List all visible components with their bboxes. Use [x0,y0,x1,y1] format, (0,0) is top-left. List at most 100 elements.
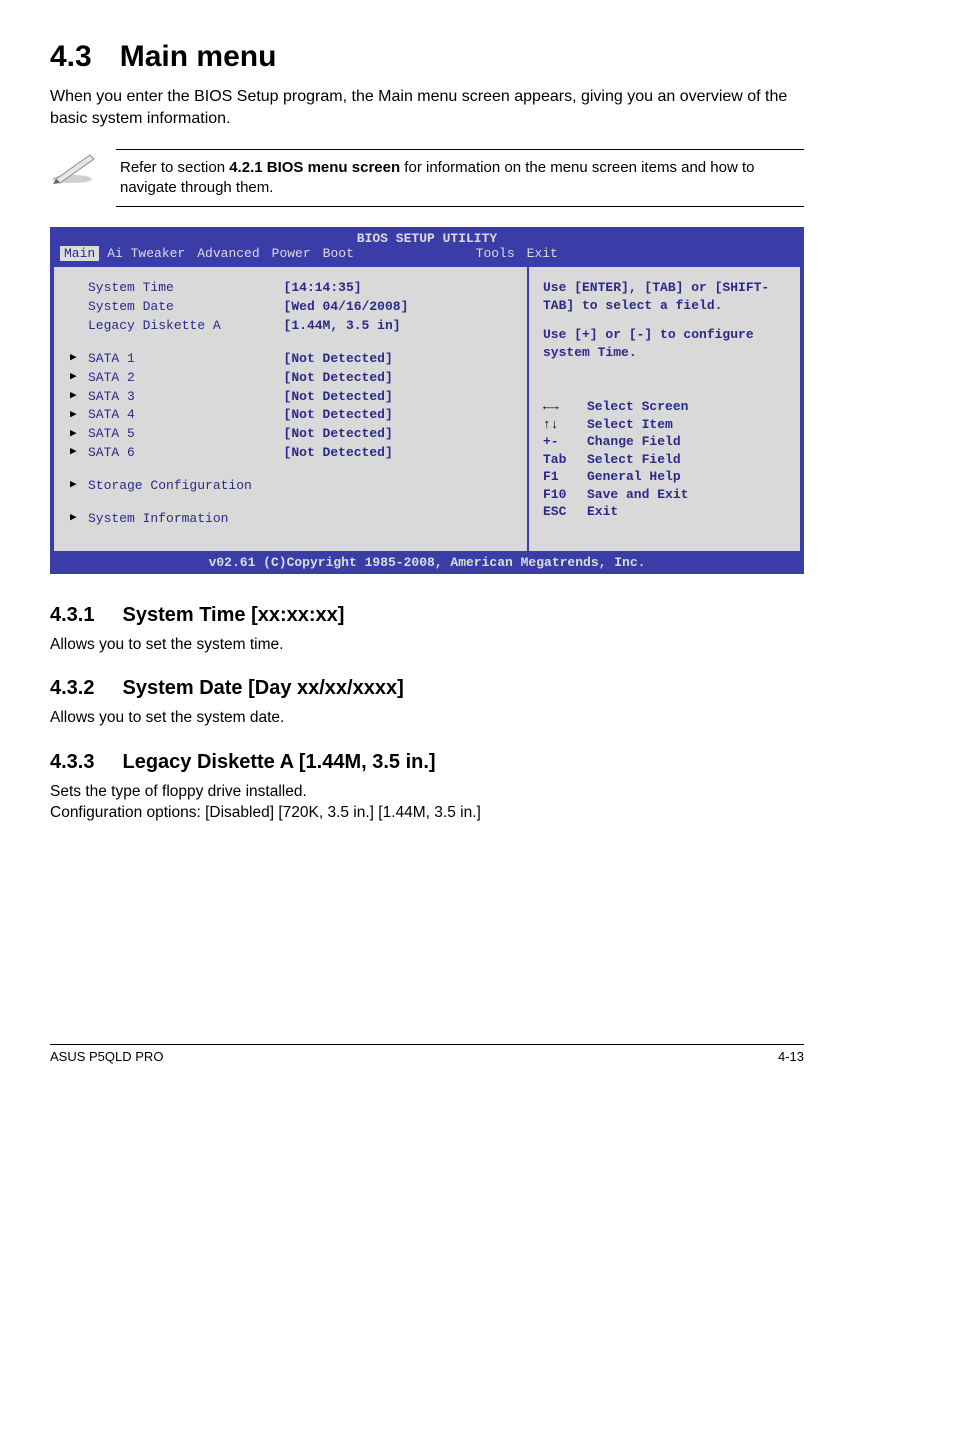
bios-help-key: ←→ [543,398,577,416]
section-title: Legacy Diskette A [1.44M, 3.5 in.] [122,751,435,773]
bios-tab[interactable]: Power [268,246,315,261]
bios-help-key: +- [543,433,577,451]
bios-field-label: System Time [88,279,278,298]
bios-help-desc: General Help [587,468,681,486]
bios-tab[interactable]: Advanced [193,246,263,261]
bios-field-label: System Date [88,298,278,317]
bios-right-msg1: Use [ENTER], [TAB] or [SHIFT-TAB] to sel… [543,279,788,315]
bios-sata-value: [Not Detected] [284,444,511,463]
bios-help-key: ↑↓ [543,416,577,434]
bios-title: BIOS SETUP UTILITY [52,229,802,246]
bios-submenu-row[interactable]: ▶ System Information [70,510,511,529]
section-body: Allows you to set the system time. [50,635,804,656]
bios-sata-row[interactable]: ▶ SATA 3 [Not Detected] [70,388,511,407]
bios-tab-bar: Main Ai Tweaker Advanced Power Boot Tool… [52,246,802,265]
bios-help-row: ←→ Select Screen [543,398,788,416]
bios-help-row: Tab Select Field [543,451,788,469]
bios-left-panel: System Time [14:14:35] System Date [Wed 04/… [52,265,527,552]
triangle-right-icon: ▶ [70,351,82,367]
bios-submenu-row[interactable]: ▶ Storage Configuration [70,477,511,496]
bios-help-key: F10 [543,486,577,504]
bios-help-key: ESC [543,503,577,521]
section-number: 4.3.3 [50,751,94,773]
bios-help-row: F10 Save and Exit [543,486,788,504]
triangle-right-icon: ▶ [70,445,82,461]
bios-tab[interactable]: Ai Tweaker [103,246,189,261]
triangle-right-icon: ▶ [70,408,82,424]
bios-help-block: ←→ Select Screen ↑↓ Select Item +- Change Fie… [543,398,788,521]
bios-sata-label: SATA 4 [88,406,278,425]
bios-submenu-label: System Information [88,510,511,529]
bios-sata-label: SATA 3 [88,388,278,407]
bios-help-desc: Select Item [587,416,673,434]
triangle-right-icon: ▶ [70,389,82,405]
bios-footer: v02.61 (C)Copyright 1985-2008, American … [52,553,802,572]
triangle-right-icon: ▶ [70,370,82,386]
intro-paragraph: When you enter the BIOS Setup program, t… [50,86,804,131]
bios-right-msg2: Use [+] or [-] to configure system Time. [543,326,788,362]
triangle-right-icon: ▶ [70,511,82,527]
heading-title: Main menu [120,40,277,73]
bios-sata-row[interactable]: ▶ SATA 1 [Not Detected] [70,350,511,369]
bios-help-row: ESC Exit [543,503,788,521]
bios-sata-row[interactable]: ▶ SATA 2 [Not Detected] [70,369,511,388]
bios-submenu-label: Storage Configuration [88,477,511,496]
bios-sata-value: [Not Detected] [284,425,511,444]
bios-help-row: F1 General Help [543,468,788,486]
bios-help-panel: Use [ENTER], [TAB] or [SHIFT-TAB] to sel… [527,265,802,552]
bios-help-desc: Select Field [587,451,681,469]
bios-field-value: [Wed 04/16/2008] [284,298,511,317]
bios-tab[interactable]: Main [60,246,99,261]
bios-field-row[interactable]: Legacy Diskette A [1.44M, 3.5 in] [70,317,511,336]
bios-sata-value: [Not Detected] [284,406,511,425]
note-text: Refer to section 4.2.1 BIOS menu screen … [116,149,804,208]
bios-sata-value: [Not Detected] [284,350,511,369]
footer-right: 4-13 [778,1049,804,1064]
footer-left: ASUS P5QLD PRO [50,1049,163,1064]
bios-help-row: ↑↓ Select Item [543,416,788,434]
note-pre: Refer to section [120,159,229,176]
bios-field-row[interactable]: System Time [14:14:35] [70,279,511,298]
bios-field-label: Legacy Diskette A [88,317,278,336]
triangle-right-icon: ▶ [70,427,82,443]
bios-help-desc: Change Field [587,433,681,451]
bios-screenshot: BIOS SETUP UTILITY Main Ai Tweaker Advan… [50,227,804,573]
bios-tab[interactable]: Exit [523,246,562,261]
section-body: Allows you to set the system date. [50,708,804,729]
bios-field-row[interactable]: System Date [Wed 04/16/2008] [70,298,511,317]
bios-tab[interactable]: Tools [472,246,519,261]
bios-sata-value: [Not Detected] [284,369,511,388]
bios-help-key: F1 [543,468,577,486]
bios-help-desc: Exit [587,503,618,521]
section-number: 4.3.2 [50,677,94,699]
pencil-note-icon [50,149,98,190]
section-heading: 4.3.1 System Time [xx:xx:xx] [50,604,804,627]
section-body: Sets the type of floppy drive installed.… [50,782,804,824]
section-heading: 4.3.2 System Date [Day xx/xx/xxxx] [50,677,804,700]
bios-sata-row[interactable]: ▶ SATA 4 [Not Detected] [70,406,511,425]
heading-number: 4.3 [50,40,92,73]
bios-sata-row[interactable]: ▶ SATA 5 [Not Detected] [70,425,511,444]
bios-field-value: [1.44M, 3.5 in] [284,317,511,336]
bios-sata-label: SATA 2 [88,369,278,388]
section-title: System Time [xx:xx:xx] [122,604,344,626]
page-footer: ASUS P5QLD PRO 4-13 [50,1044,804,1064]
bios-help-desc: Select Screen [587,398,688,416]
bios-help-row: +- Change Field [543,433,788,451]
triangle-right-icon: ▶ [70,478,82,494]
bios-help-key: Tab [543,451,577,469]
bios-help-desc: Save and Exit [587,486,688,504]
section-heading: 4.3.3 Legacy Diskette A [1.44M, 3.5 in.] [50,751,804,774]
section-title: System Date [Day xx/xx/xxxx] [122,677,403,699]
bios-tab[interactable]: Boot [319,246,358,261]
bios-sata-label: SATA 5 [88,425,278,444]
bios-sata-value: [Not Detected] [284,388,511,407]
note: Refer to section 4.2.1 BIOS menu screen … [50,149,804,208]
section-number: 4.3.1 [50,604,94,626]
bios-sata-row[interactable]: ▶ SATA 6 [Not Detected] [70,444,511,463]
bios-sata-label: SATA 1 [88,350,278,369]
bios-field-value: [14:14:35] [284,279,511,298]
note-bold: 4.2.1 BIOS menu screen [229,159,400,176]
bios-sata-label: SATA 6 [88,444,278,463]
page-heading: 4.3 Main menu [50,40,804,74]
